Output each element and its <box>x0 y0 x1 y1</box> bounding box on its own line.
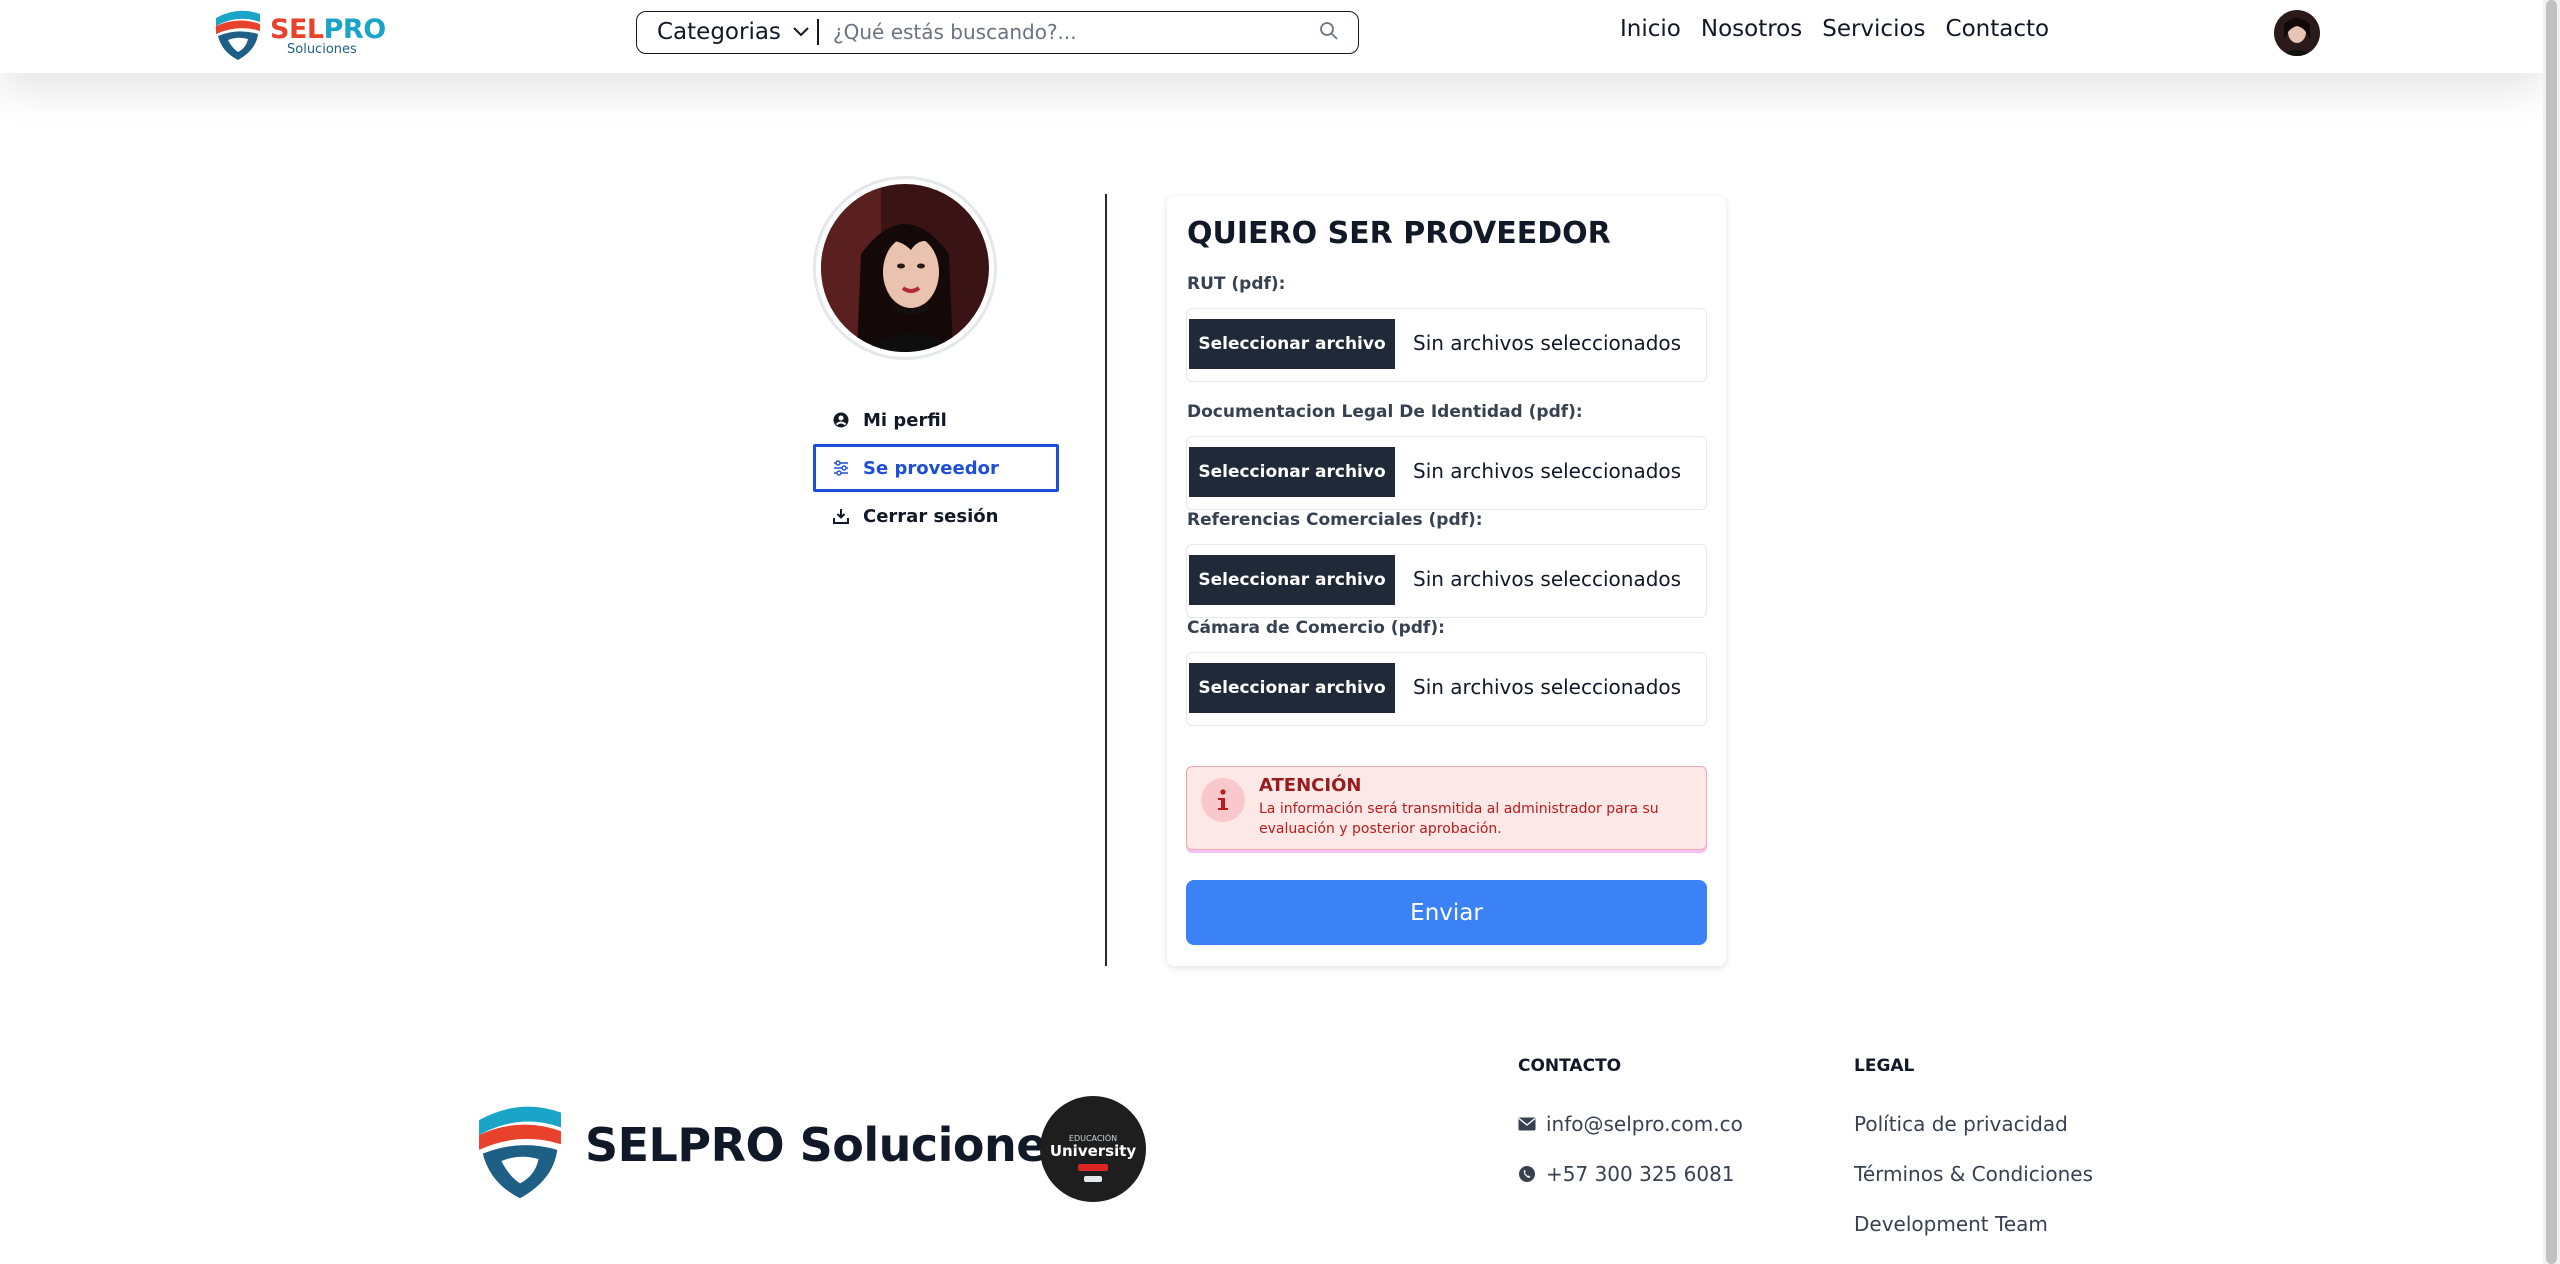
submit-button[interactable]: Enviar <box>1186 880 1707 945</box>
footer-shield-logo-icon <box>479 1106 561 1199</box>
footer-phone-link[interactable]: +57 300 325 6081 <box>1518 1162 1735 1186</box>
search-icon[interactable] <box>1319 21 1339 41</box>
info-icon <box>1201 778 1245 822</box>
chamber-commerce-label: Cámara de Comercio (pdf): <box>1187 618 1445 638</box>
page: { "header": { "brand_sel": "SEL", "brand… <box>0 0 2560 1264</box>
footer-brand-name: SELPRO Soluciones <box>585 1118 1074 1172</box>
sidebar-item-cerrar-sesion[interactable]: Cerrar sesión <box>813 492 1059 540</box>
chamber-commerce-select-file-button[interactable]: Seleccionar archivo <box>1189 663 1395 713</box>
user-circle-icon <box>833 412 849 428</box>
identity-doc-file-input[interactable]: Seleccionar archivo Sin archivos selecci… <box>1186 436 1707 510</box>
chamber-commerce-file-input[interactable]: Seleccionar archivo Sin archivos selecci… <box>1186 652 1707 726</box>
shield-logo-icon <box>216 10 260 60</box>
alert-title: ATENCIÓN <box>1259 775 1362 796</box>
attention-alert: ATENCIÓN La información será transmitida… <box>1186 766 1707 850</box>
alert-message: La información será transmitida al admin… <box>1259 801 1659 837</box>
brand-name: SELPRO <box>270 14 386 45</box>
chevron-down-icon <box>793 27 809 37</box>
identity-doc-file-status: Sin archivos seleccionados <box>1413 459 1682 483</box>
nav-inicio[interactable]: Inicio <box>1620 16 1681 42</box>
profile-picture[interactable] <box>813 176 997 360</box>
footer-phone-text: +57 300 325 6081 <box>1546 1162 1735 1186</box>
badge-main-text: University <box>1049 1142 1137 1160</box>
user-avatar[interactable] <box>2274 10 2320 56</box>
commercial-refs-file-status: Sin archivos seleccionados <box>1413 567 1682 591</box>
rut-select-file-button[interactable]: Seleccionar archivo <box>1189 319 1395 369</box>
selpro-logo[interactable]: SELPRO Soluciones <box>212 4 386 64</box>
footer-legal-title: LEGAL <box>1854 1056 1915 1076</box>
rut-file-status: Sin archivos seleccionados <box>1413 331 1682 355</box>
badge-red-stripe <box>1078 1164 1108 1171</box>
search-bar: Categorias <box>636 11 1359 54</box>
profile-photo-icon <box>821 184 989 352</box>
search-divider <box>817 19 819 45</box>
search-input[interactable] <box>833 16 1303 48</box>
sidebar-item-label: Se proveedor <box>863 457 999 479</box>
footer-terms-link[interactable]: Términos & Condiciones <box>1854 1162 2093 1186</box>
footer-email-link[interactable]: info@selpro.com.co <box>1518 1112 1743 1136</box>
rut-label: RUT (pdf): <box>1187 274 1286 294</box>
whatsapp-icon <box>1519 1166 1535 1182</box>
vertical-divider <box>1105 194 1107 966</box>
footer-dev-team-link[interactable]: Development Team <box>1854 1212 2048 1236</box>
scrollbar-thumb[interactable] <box>2546 0 2557 1264</box>
mail-icon <box>1518 1117 1536 1131</box>
form-title: QUIERO SER PROVEEDOR <box>1187 216 1611 251</box>
chamber-commerce-file-status: Sin archivos seleccionados <box>1413 675 1682 699</box>
profile-sidebar-menu: Mi perfil Se proveedor Cerrar sesión <box>813 396 1059 540</box>
footer-contact-title: CONTACTO <box>1518 1056 1622 1076</box>
nav-nosotros[interactable]: Nosotros <box>1701 16 1802 42</box>
commercial-refs-label: Referencias Comerciales (pdf): <box>1187 510 1483 530</box>
sidebar-item-se-proveedor[interactable]: Se proveedor <box>813 444 1059 492</box>
page-scrollbar[interactable] <box>2543 0 2560 1264</box>
nav-contacto[interactable]: Contacto <box>1946 16 2050 42</box>
nav-servicios[interactable]: Servicios <box>1822 16 1925 42</box>
avatar-photo-icon <box>2274 10 2320 56</box>
footer-privacy-link[interactable]: Política de privacidad <box>1854 1112 2068 1136</box>
provider-form-card: QUIERO SER PROVEEDOR RUT (pdf): Seleccio… <box>1167 196 1726 966</box>
main-nav: Inicio Nosotros Servicios Contacto <box>1620 16 2069 42</box>
sliders-icon <box>834 460 848 476</box>
commercial-refs-select-file-button[interactable]: Seleccionar archivo <box>1189 555 1395 605</box>
sidebar-item-mi-perfil[interactable]: Mi perfil <box>813 396 1059 444</box>
commercial-refs-file-input[interactable]: Seleccionar archivo Sin archivos selecci… <box>1186 544 1707 618</box>
sidebar-item-label: Cerrar sesión <box>863 505 999 527</box>
logout-icon <box>833 509 849 524</box>
identity-doc-label: Documentacion Legal De Identidad (pdf): <box>1187 402 1583 422</box>
footer-email-text: info@selpro.com.co <box>1546 1112 1743 1136</box>
sidebar-item-label: Mi perfil <box>863 409 947 431</box>
categories-label: Categorias <box>657 19 781 45</box>
identity-doc-select-file-button[interactable]: Seleccionar archivo <box>1189 447 1395 497</box>
brand-subtitle: Soluciones <box>287 42 357 57</box>
categories-dropdown[interactable]: Categorias <box>637 12 819 52</box>
rut-file-input[interactable]: Seleccionar archivo Sin archivos selecci… <box>1186 308 1707 382</box>
university-badge: EDUCACIÓN University <box>1040 1096 1146 1202</box>
top-navbar: SELPRO Soluciones Categorias Inicio Noso… <box>0 0 2543 73</box>
badge-mini-logo <box>1084 1176 1102 1182</box>
